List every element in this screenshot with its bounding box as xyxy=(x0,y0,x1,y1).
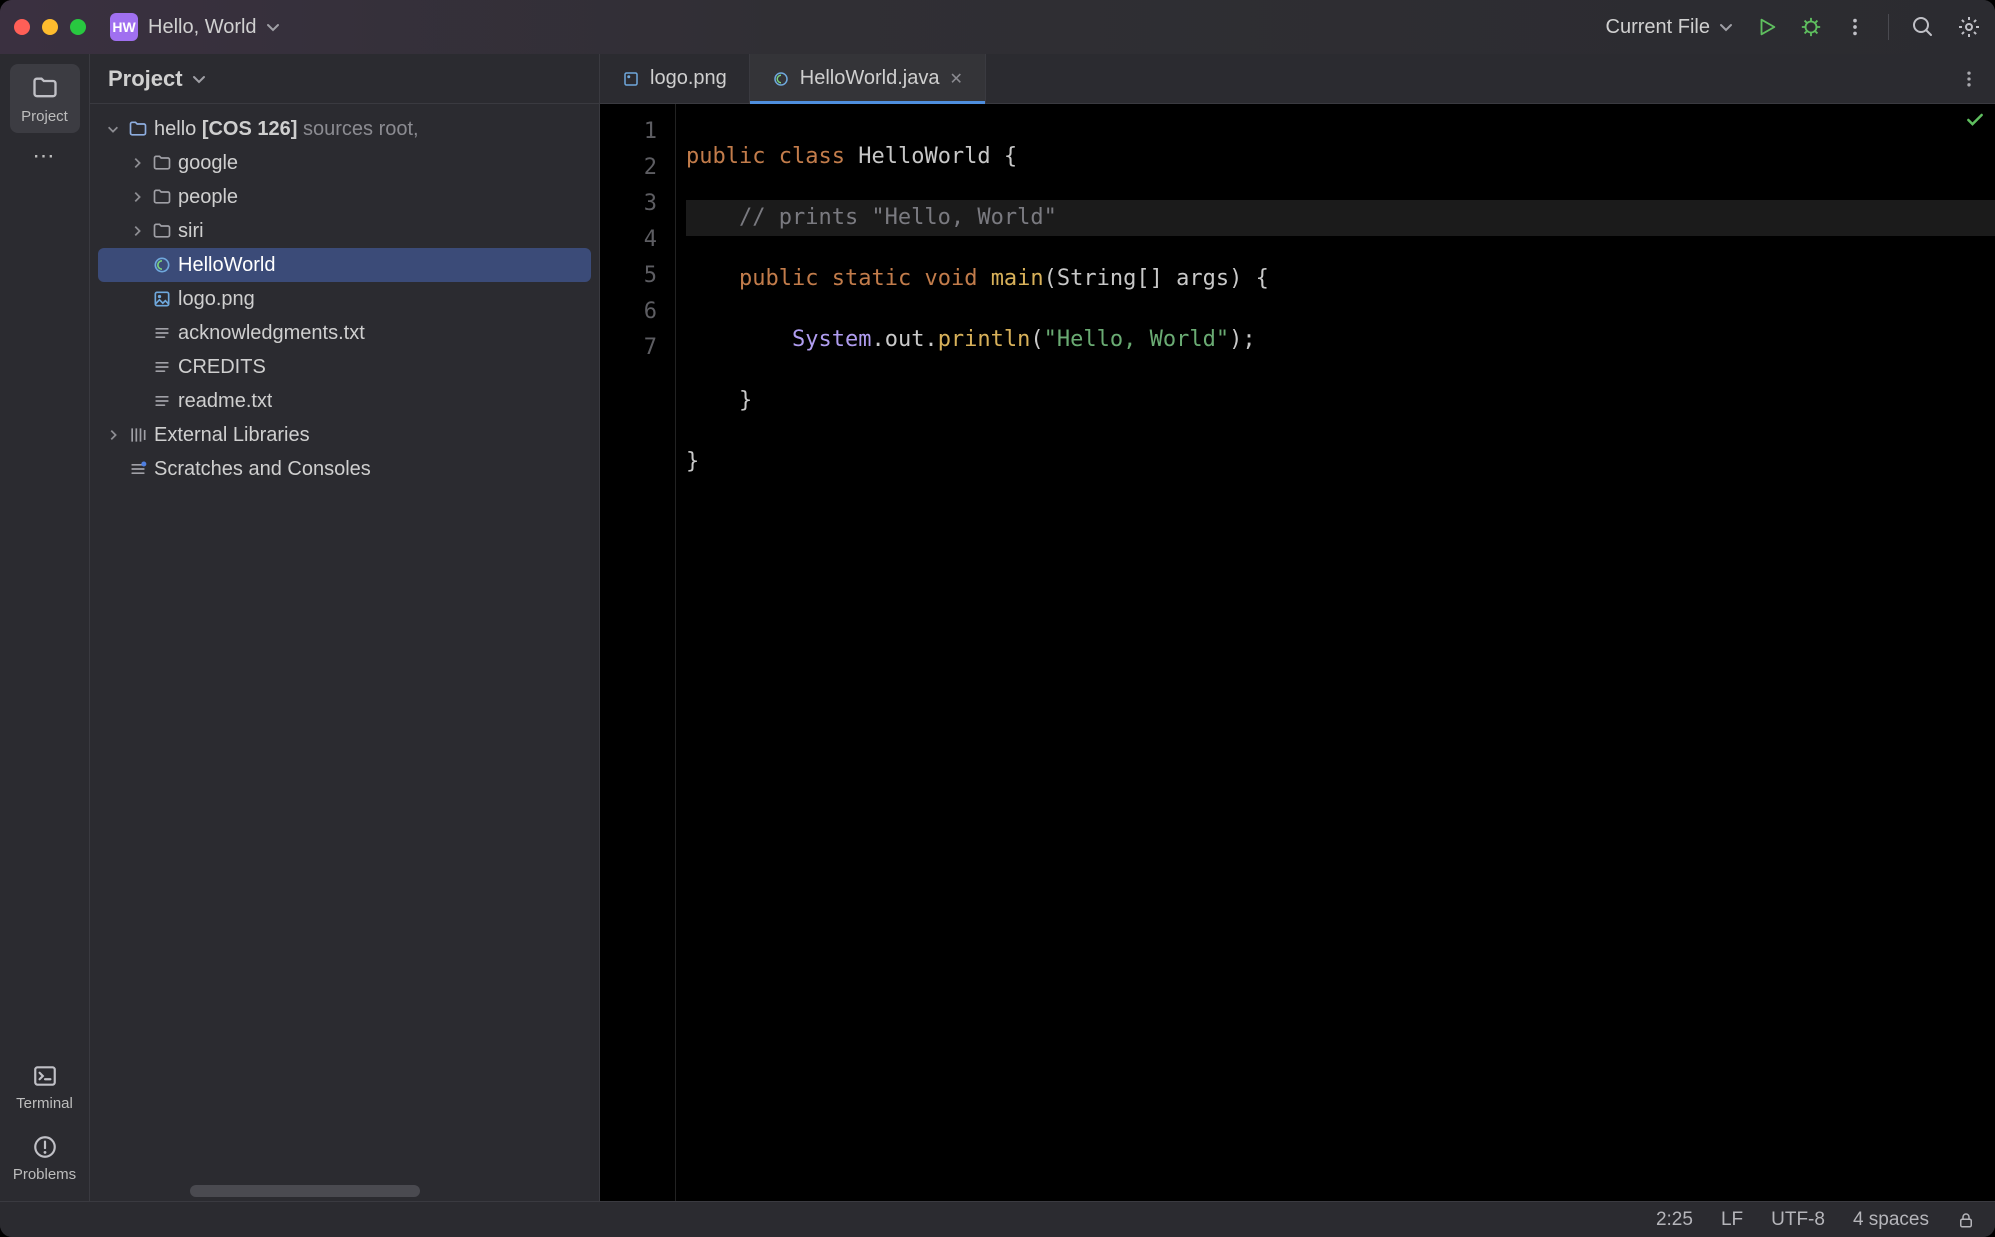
chevron-right-icon[interactable] xyxy=(128,190,146,204)
java-class-icon xyxy=(772,70,790,88)
text-file-icon xyxy=(152,391,172,411)
left-tool-strip: Project ⋯ Terminal Problems xyxy=(0,54,90,1201)
zoom-window-button[interactable] xyxy=(70,19,86,35)
tree-folder-siri[interactable]: siri xyxy=(98,214,591,248)
project-tool-label: Project xyxy=(21,108,68,125)
tree-root-label: hello [COS 126] sources root, xyxy=(154,118,419,141)
run-config-label: Current File xyxy=(1606,16,1710,39)
more-tool-label: ⋯ xyxy=(33,143,57,169)
project-panel: Project hello [COS 126] sources root, xyxy=(90,54,600,1201)
tree-file-logo[interactable]: logo.png xyxy=(98,282,591,316)
more-tool-button[interactable]: ⋯ xyxy=(10,133,80,177)
settings-gear-icon[interactable] xyxy=(1957,15,1981,39)
ide-window: HW Hello, World Current File xyxy=(0,0,1995,1237)
caret-position[interactable]: 2:25 xyxy=(1656,1209,1693,1231)
problems-tool-label: Problems xyxy=(13,1166,76,1183)
tab-more-icon[interactable] xyxy=(1959,69,1979,89)
lock-icon[interactable] xyxy=(1957,1211,1975,1229)
title-bar: HW Hello, World Current File xyxy=(0,0,1995,54)
folder-icon xyxy=(152,153,172,173)
folder-icon xyxy=(152,187,172,207)
tree-file-credits[interactable]: CREDITS xyxy=(98,350,591,384)
chevron-right-icon[interactable] xyxy=(128,224,146,238)
tree-scratches[interactable]: Scratches and Consoles xyxy=(98,452,591,486)
project-avatar: HW xyxy=(110,13,138,41)
close-tab-icon[interactable]: ✕ xyxy=(949,69,962,89)
main-body: Project ⋯ Terminal Problems Project xyxy=(0,54,1995,1201)
project-panel-header[interactable]: Project xyxy=(90,54,599,104)
problems-tool-button[interactable]: Problems xyxy=(10,1124,80,1191)
indent-setting[interactable]: 4 spaces xyxy=(1853,1209,1929,1231)
tab-logo[interactable]: logo.png xyxy=(600,54,750,103)
editor-area: logo.png HelloWorld.java ✕ 1 2 3 xyxy=(600,54,1995,1201)
close-window-button[interactable] xyxy=(14,19,30,35)
image-file-icon xyxy=(622,70,640,88)
tree-root[interactable]: hello [COS 126] sources root, xyxy=(98,112,591,146)
editor-tabs: logo.png HelloWorld.java ✕ xyxy=(600,54,1995,104)
tree-external-libraries[interactable]: External Libraries xyxy=(98,418,591,452)
tree-folder-google[interactable]: google xyxy=(98,146,591,180)
project-panel-title: Project xyxy=(108,66,183,92)
chevron-right-icon[interactable] xyxy=(128,156,146,170)
terminal-tool-label: Terminal xyxy=(16,1095,73,1112)
tree-file-helloworld[interactable]: HelloWorld xyxy=(98,248,591,282)
run-icon[interactable] xyxy=(1756,16,1778,38)
tree-folder-people[interactable]: people xyxy=(98,180,591,214)
project-tool-button[interactable]: Project xyxy=(10,64,80,133)
folder-icon xyxy=(152,221,172,241)
scratches-icon xyxy=(128,459,148,479)
tab-logo-label: logo.png xyxy=(650,67,727,90)
status-bar: 2:25 LF UTF-8 4 spaces xyxy=(0,1201,1995,1237)
chevron-down-icon[interactable] xyxy=(265,19,281,35)
tab-helloworld[interactable]: HelloWorld.java ✕ xyxy=(750,54,986,103)
line-gutter: 1 2 3 4 5 6 7 xyxy=(600,104,676,1201)
text-file-icon xyxy=(152,357,172,377)
project-title[interactable]: Hello, World xyxy=(148,16,257,39)
text-file-icon xyxy=(152,323,172,343)
inspection-ok-icon[interactable] xyxy=(1965,110,1985,135)
divider xyxy=(1888,14,1889,40)
more-actions-icon[interactable] xyxy=(1844,16,1866,38)
chevron-right-icon[interactable] xyxy=(104,428,122,442)
tree-file-ack[interactable]: acknowledgments.txt xyxy=(98,316,591,350)
line-separator[interactable]: LF xyxy=(1721,1209,1743,1231)
title-bar-right: Current File xyxy=(1606,14,1981,40)
project-tree[interactable]: hello [COS 126] sources root, google peo… xyxy=(90,104,599,494)
chevron-down-icon[interactable] xyxy=(104,122,122,136)
module-folder-icon xyxy=(128,119,148,139)
file-encoding[interactable]: UTF-8 xyxy=(1771,1209,1825,1231)
code-editor[interactable]: 1 2 3 4 5 6 7 public class HelloWorld { … xyxy=(600,104,1995,1201)
horizontal-scrollbar[interactable] xyxy=(190,1185,420,1197)
traffic-lights xyxy=(14,19,86,35)
tab-helloworld-label: HelloWorld.java xyxy=(800,67,940,90)
run-config-selector[interactable]: Current File xyxy=(1606,16,1734,39)
tree-file-readme[interactable]: readme.txt xyxy=(98,384,591,418)
terminal-tool-button[interactable]: Terminal xyxy=(10,1053,80,1120)
code-content[interactable]: public class HelloWorld { // prints "Hel… xyxy=(676,104,1995,1201)
debug-icon[interactable] xyxy=(1800,16,1822,38)
minimize-window-button[interactable] xyxy=(42,19,58,35)
library-icon xyxy=(128,425,148,445)
java-class-icon xyxy=(152,255,172,275)
chevron-down-icon xyxy=(191,71,207,87)
image-file-icon xyxy=(152,289,172,309)
search-icon[interactable] xyxy=(1911,15,1935,39)
